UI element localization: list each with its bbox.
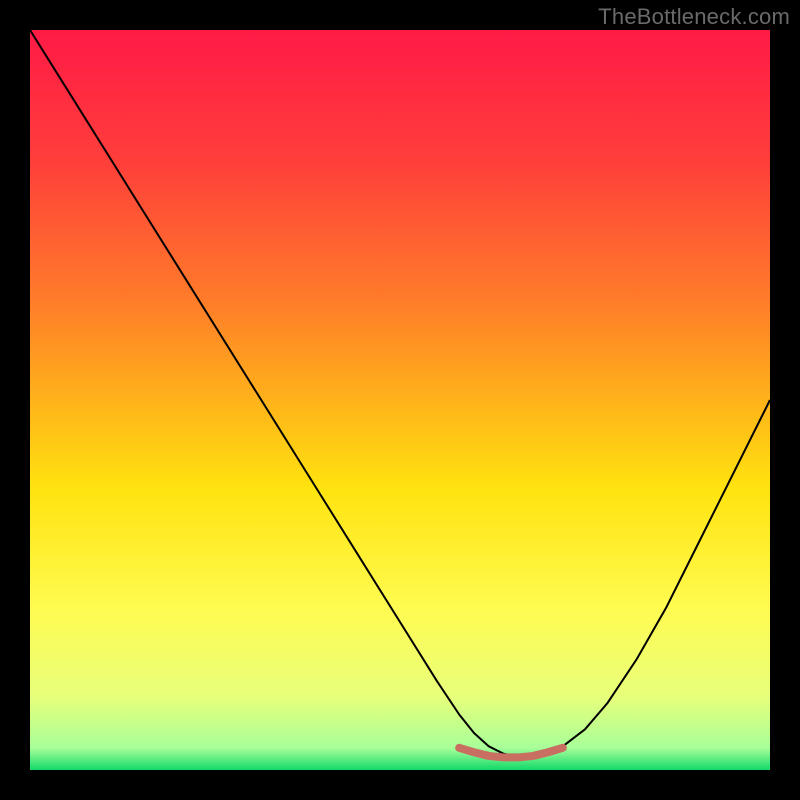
chart-frame: TheBottleneck.com [0, 0, 800, 800]
plot-background [30, 30, 770, 770]
watermark-text: TheBottleneck.com [598, 4, 790, 30]
plot-area [30, 30, 770, 770]
chart-svg [30, 30, 770, 770]
